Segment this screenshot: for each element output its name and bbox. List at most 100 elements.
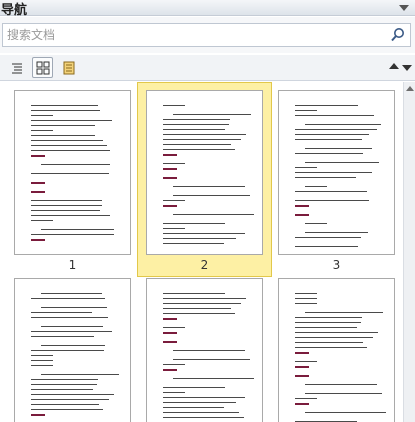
thumbnail-heading-line [163,177,177,179]
thumbnail-text-line [163,228,185,229]
thumbnail-text-line [295,337,373,338]
thumbnail-text-line [295,322,361,323]
search-row [0,17,415,53]
thumbnail-heading-line [31,414,45,416]
thumbnail-text-line [295,105,358,106]
thumbnail-text-line [163,139,241,140]
page-thumbnail[interactable] [146,278,263,422]
thumbnail-text-line [305,162,379,163]
thumbnail-text-line [31,210,100,211]
thumbnail-text-line [31,145,107,146]
title-bar: 导航 [0,0,415,18]
search-box[interactable] [2,23,411,47]
thumbnail-text-line [31,215,110,216]
thumbnail-text-line [295,237,361,238]
thumbnail-text-line [31,135,95,136]
thumbnail-text-line [31,220,53,221]
thumbnail-text-line [31,200,102,201]
chevron-up-icon[interactable] [389,63,399,69]
thumbnail-text-line [305,312,383,313]
thumbnail-text-line [295,115,374,116]
thumbnail-text-line [31,355,53,356]
thumbnail-text-line [305,393,382,394]
thumbnail-text-line [173,114,251,115]
thumbnail-text-line [295,293,317,294]
thumbnail-text-line [31,404,99,405]
thumbnail-text-line [295,361,317,362]
thumbnail-text-line [31,399,109,400]
thumbnail-text-line [295,134,369,135]
thumbnail-text-line [31,394,114,395]
thumbnail-text-line [163,417,244,418]
headings-view-button[interactable] [6,57,27,78]
thumbnail-text-line [295,347,367,348]
thumbnail-text-line [163,200,185,201]
thumbnail-text-line [163,364,185,365]
thumbnails-grid-icon [36,61,50,75]
thumbnail-text-line [163,308,231,309]
thumbnail-text-line [173,359,250,360]
thumbnail-text-line [173,195,250,196]
thumbnail-text-line [31,120,112,121]
thumbnail-text-line [295,246,358,247]
thumbnail-heading-line [31,182,45,184]
thumbnail-heading-line [163,332,177,334]
thumbnail-text-line [305,186,327,187]
thumbnail-text-line [31,173,109,174]
thumbnail-heading-line [163,154,177,156]
thumbnail-pane: 1 2 3 [0,82,415,422]
vertical-scrollbar[interactable] [403,82,415,422]
page-number-label: 2 [200,258,209,272]
thumbnail-text-line [163,144,231,145]
scroll-up-arrow-icon[interactable] [406,86,414,91]
page-thumbnail[interactable] [278,278,395,422]
search-input[interactable] [7,26,377,44]
thumbnail-heading-line [295,352,309,354]
thumbnail-text-line [295,327,357,328]
thumbnail-text-line [41,164,110,165]
thumbnail-text-line [31,360,53,361]
page-thumbnail[interactable] [14,278,131,422]
thumbnail-text-line [305,232,368,233]
thumbnail-text-line [41,326,103,327]
thumbnail-text-line [163,149,235,150]
chevron-down-icon[interactable] [402,65,412,71]
thumbnail-text-line [31,389,93,390]
thumbnail-text-line [41,229,114,230]
thumbnail-text-line [41,293,102,294]
outline-list-icon [12,63,22,74]
thumbnail-text-line [305,384,377,385]
thumbnail-text-line [305,124,381,125]
pages-view-button[interactable] [32,57,53,78]
thumbnail-text-line [31,125,95,126]
page-thumbnail[interactable] [14,90,131,255]
thumbnail-text-line [295,191,367,192]
thumbnail-text-line [173,186,245,187]
thumbnail-heading-line [31,155,45,157]
thumbnail-heading-line [163,341,177,343]
thumbnail-text-line [163,313,235,314]
results-view-button[interactable] [58,57,79,78]
thumbnail-text-line [295,298,317,299]
thumbnail-text-line [305,412,386,413]
thumbnail-text-line [31,234,114,235]
thumbnail-text-line [163,327,185,328]
thumbnail-text-line [163,303,241,304]
thumbnail-text-line [295,177,356,178]
thumbnail-heading-line [295,403,309,405]
search-icon[interactable] [390,27,406,43]
panel-title: 导航 [1,3,28,18]
thumbnail-text-line [31,110,100,111]
thumbnail-text-line [295,129,377,130]
thumbnail-text-line [31,312,92,313]
page-thumbnail[interactable] [146,90,263,255]
chevron-down-icon[interactable] [399,5,409,11]
thumbnail-text-line [31,365,53,366]
thumbnail-heading-line [163,369,177,371]
thumbnail-text-line [295,139,362,140]
page-thumbnail[interactable] [278,90,395,255]
thumbnail-text-line [163,243,224,244]
thumbnail-heading-line [295,205,309,207]
thumbnail-text-line [163,293,225,294]
thumbnail-text-line [295,303,317,304]
